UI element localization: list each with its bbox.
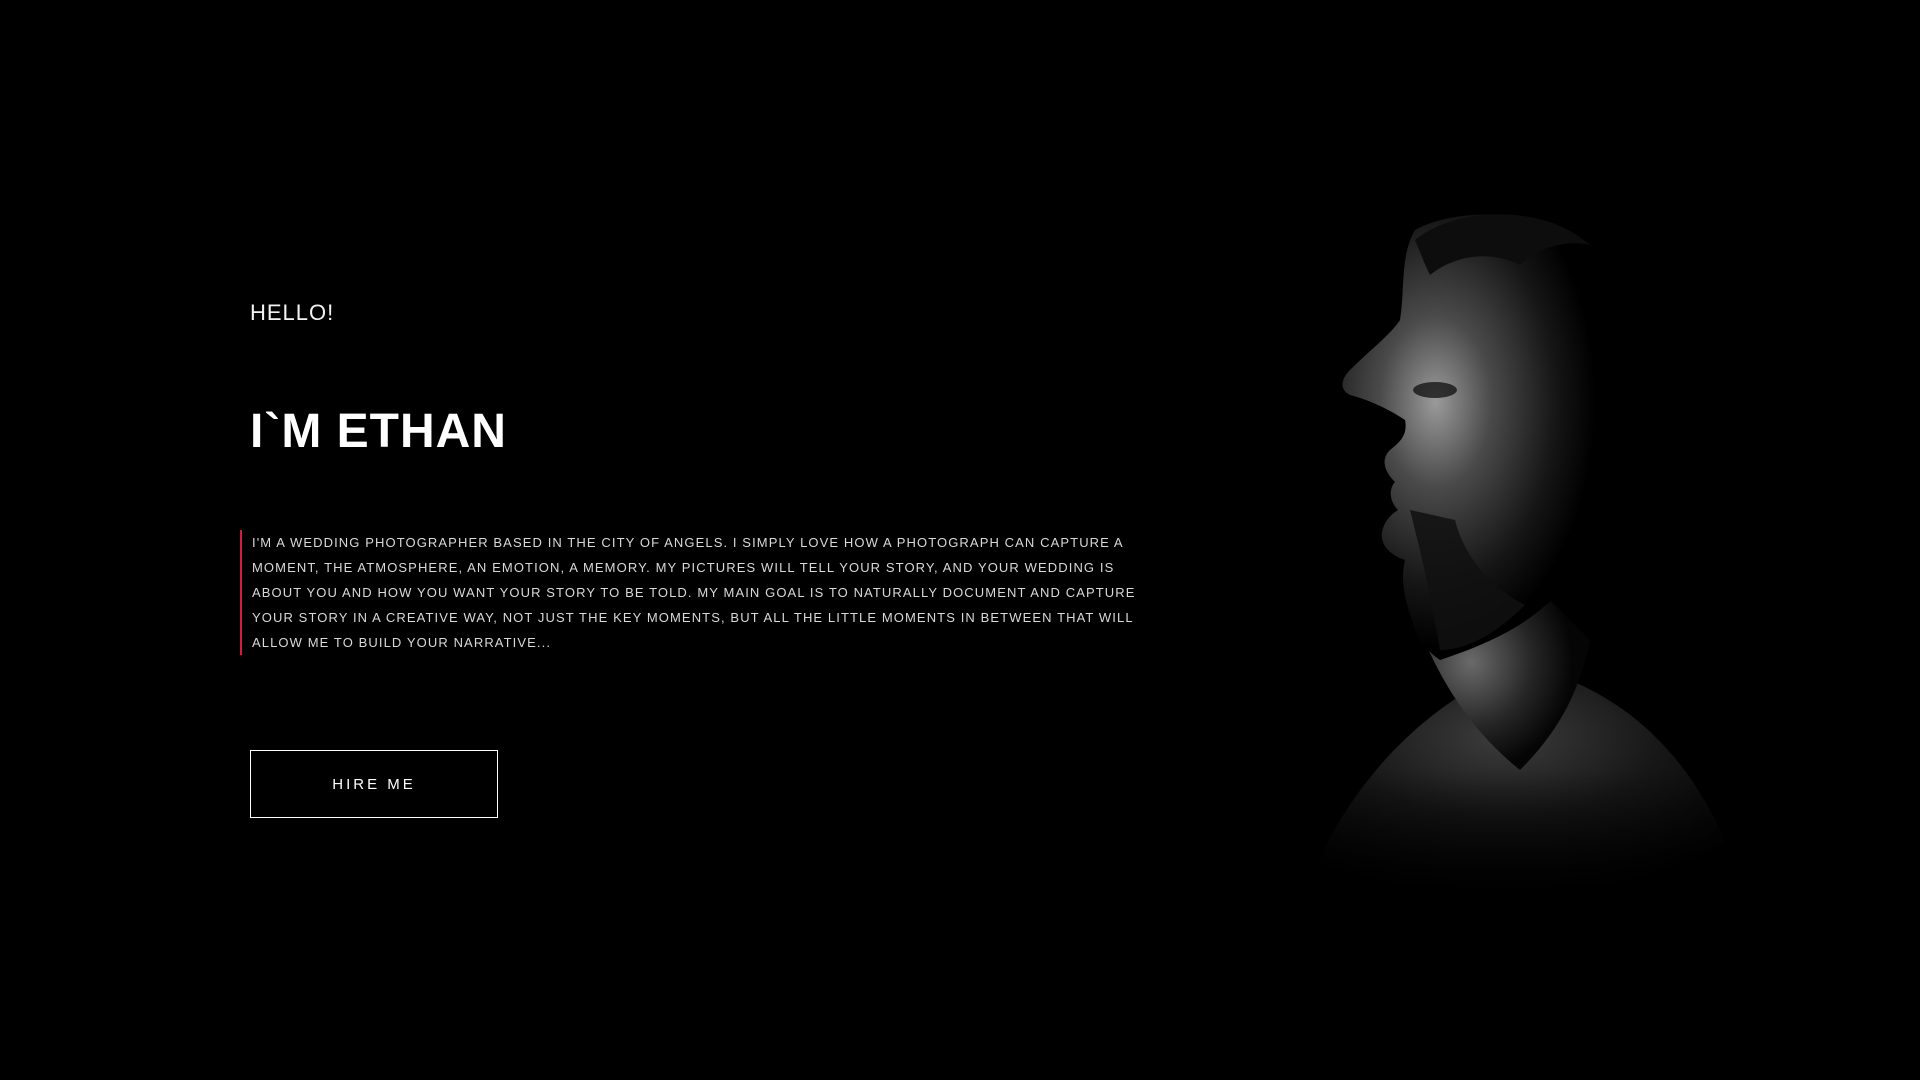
greeting-text: HELLO!	[250, 300, 335, 325]
hero-title: I`M ETHAN	[250, 405, 507, 458]
hero-section: HELLO! I`M ETHAN I'M A WEDDING PHOTOGRAP…	[0, 0, 1920, 1080]
hire-me-button[interactable]: HIRE ME	[250, 750, 498, 818]
portrait-silhouette-icon	[1240, 214, 1760, 920]
portrait-image	[1240, 210, 1760, 920]
bio-text: I'M A WEDDING PHOTOGRAPHER BASED IN THE …	[240, 530, 1162, 655]
